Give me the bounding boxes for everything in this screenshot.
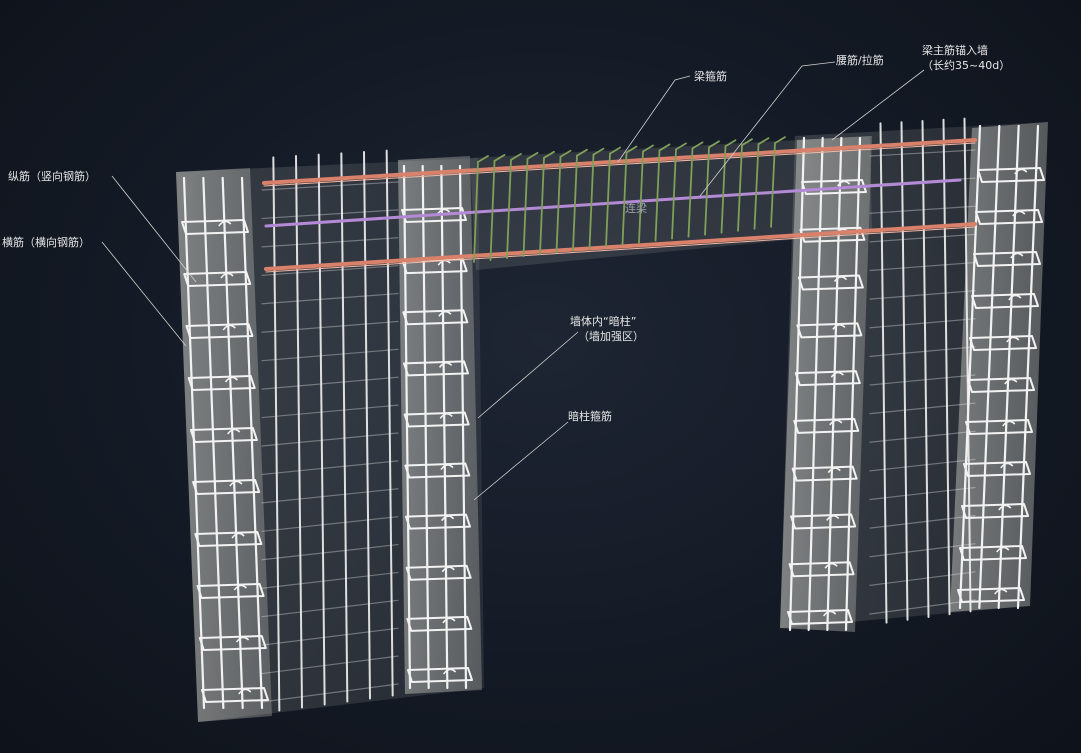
concrete-body bbox=[176, 122, 1048, 722]
label-beam-stirrup: 梁箍筋 bbox=[694, 69, 727, 83]
label-hidden-column-1: 墙体内“暗柱” bbox=[570, 314, 636, 328]
leader-anchor bbox=[831, 69, 925, 141]
label-longitudinal: 纵筋（竖向钢筋） bbox=[8, 169, 96, 183]
leader-hidden-column bbox=[477, 331, 579, 419]
label-connecting-beam: 连梁 bbox=[625, 201, 647, 215]
label-transverse: 横筋（横向钢筋） bbox=[2, 235, 90, 249]
leader-transverse bbox=[101, 241, 187, 347]
leader-hidden-column-stirrup bbox=[473, 421, 569, 501]
label-waist-bar: 腰筋/拉筋 bbox=[836, 53, 884, 67]
rebar-wall-diagram: 纵筋（竖向钢筋） 横筋（横向钢筋） 梁箍筋 腰筋/拉筋 梁主筋锚入墙 （长约35… bbox=[2, 43, 1048, 722]
label-anchor-1: 梁主筋锚入墙 bbox=[922, 43, 988, 57]
label-anchor-2: （长约35~40d） bbox=[922, 59, 1010, 72]
label-hidden-column-2: （墙加强区） bbox=[578, 329, 644, 343]
label-hidden-column-stirrup: 暗柱箍筋 bbox=[568, 409, 612, 423]
